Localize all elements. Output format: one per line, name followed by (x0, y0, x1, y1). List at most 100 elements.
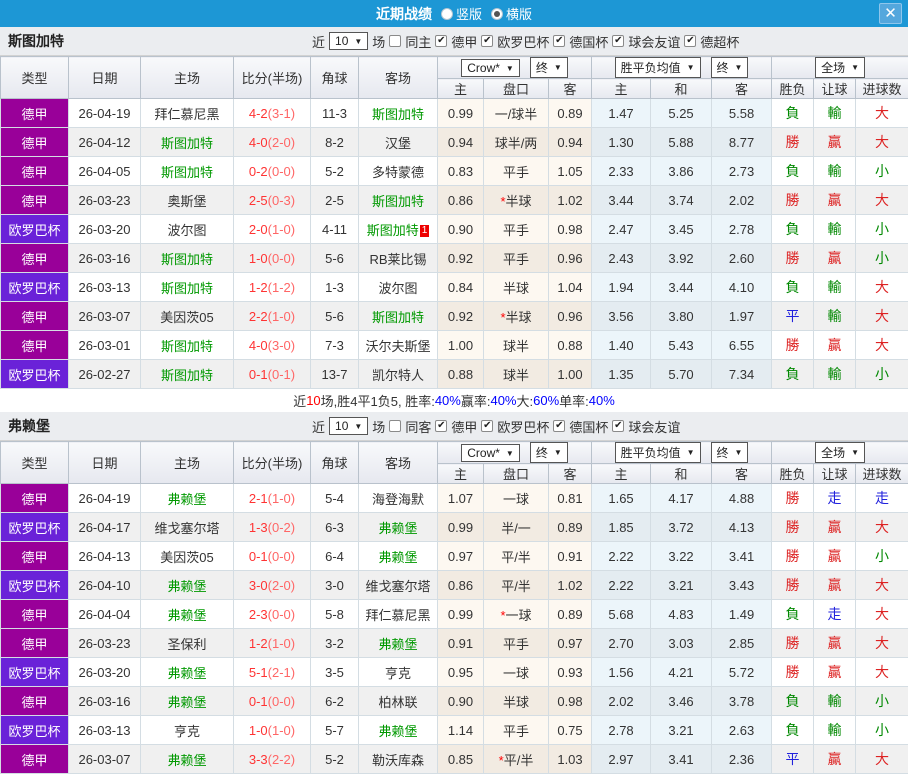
league-checkbox[interactable]: ✔ (553, 420, 565, 432)
layout-radio-vertical[interactable]: 竖版 (441, 4, 482, 23)
filter-bar: 近10▼场同主✔德甲✔欧罗巴杯✔德国杯✔球会友谊✔德超杯 (312, 32, 739, 51)
draw-odds: 3.72 (651, 513, 712, 542)
summary-part: 赢率: (461, 391, 491, 410)
league-checkbox[interactable]: ✔ (435, 35, 447, 47)
corner-cell: 11-3 (311, 99, 359, 128)
lose-odds: 6.55 (712, 331, 772, 360)
scope-select[interactable]: 全场▼ (815, 442, 865, 463)
lose-odds: 8.77 (712, 128, 772, 157)
team-label: 斯图加特 (372, 310, 424, 325)
league-label: 欧罗巴杯 (497, 32, 549, 51)
match-date: 26-04-13 (69, 542, 141, 571)
match-row: 德甲26-04-19拜仁慕尼黑4-2(3-1)11-3斯图加特0.99一/球半0… (1, 99, 908, 128)
final-odds-select[interactable]: 终▼ (711, 57, 749, 78)
league-checkbox[interactable]: ✔ (553, 35, 565, 47)
away-team: 柏林联 (359, 687, 438, 716)
league-checkbox[interactable]: ✔ (435, 420, 447, 432)
lose-odds: 2.60 (712, 244, 772, 273)
match-competition: 德甲 (1, 331, 69, 360)
odds-company-select[interactable]: Crow*▼ (461, 59, 520, 77)
halftime-score: (0-3) (268, 193, 295, 208)
summary-part: 近 (293, 391, 306, 410)
away-handicap-odds: 0.91 (549, 542, 592, 571)
team-label: 斯图加特 (367, 223, 419, 238)
avg-odds-select[interactable]: 胜平负均值▼ (615, 57, 701, 78)
handicap-line: *一球 (484, 600, 549, 629)
sub-column-header: 胜负 (772, 79, 814, 99)
column-header: 日期 (69, 442, 141, 484)
results-table: 类型日期主场比分(半场)角球客场Crow*▼终▼胜平负均值▼终▼全场▼主盘口客主… (0, 441, 908, 774)
away-team: 弗赖堡 (359, 629, 438, 658)
fulltime-score: 1-0 (249, 723, 268, 738)
check-icon: ✔ (614, 421, 622, 431)
games-count-select[interactable]: 10▼ (329, 32, 368, 50)
league-checkbox[interactable]: ✔ (481, 35, 493, 47)
league-checkbox[interactable]: ✔ (612, 35, 624, 47)
draw-odds: 5.70 (651, 360, 712, 389)
summary-part: 单率: (559, 391, 589, 410)
league-checkbox[interactable]: ✔ (612, 420, 624, 432)
away-handicap-odds: 1.02 (549, 571, 592, 600)
halftime-score: (1-0) (268, 491, 295, 506)
halftime-score: (3-0) (268, 338, 295, 353)
home-handicap-odds: 0.84 (438, 273, 484, 302)
results-table: 类型日期主场比分(半场)角球客场Crow*▼终▼胜平负均值▼终▼全场▼主盘口客主… (0, 56, 908, 389)
odds-company-select[interactable]: Crow*▼ (461, 444, 520, 462)
win-odds: 1.65 (592, 484, 651, 513)
lose-odds: 4.10 (712, 273, 772, 302)
score-cell: 2-1(1-0) (234, 484, 311, 513)
home-team: 弗赖堡 (141, 600, 234, 629)
same-venue-checkbox[interactable] (389, 35, 401, 47)
final-odds-select[interactable]: 终▼ (711, 442, 749, 463)
handicap-result: 輸 (814, 302, 856, 331)
away-handicap-odds: 1.03 (549, 745, 592, 774)
home-handicap-odds: 0.86 (438, 571, 484, 600)
check-icon: ✔ (555, 36, 563, 46)
team-label: 弗赖堡 (167, 579, 206, 594)
away-team: 多特蒙德 (359, 157, 438, 186)
match-row: 德甲26-04-05斯图加特0-2(0-0)5-2多特蒙德0.83平手1.052… (1, 157, 908, 186)
corner-cell: 3-5 (311, 658, 359, 687)
away-team: 弗赖堡 (359, 716, 438, 745)
lose-odds: 5.72 (712, 658, 772, 687)
match-competition: 德甲 (1, 157, 69, 186)
fulltime-score: 2-1 (249, 491, 268, 506)
team-section-header: 斯图加特近10▼场同主✔德甲✔欧罗巴杯✔德国杯✔球会友谊✔德超杯 (0, 27, 908, 56)
radio-label: 横版 (506, 4, 532, 23)
home-handicap-odds: 0.99 (438, 99, 484, 128)
team-label: 斯图加特 (161, 339, 213, 354)
fulltime-score: 5-1 (249, 665, 268, 680)
goals-result: 大 (856, 513, 908, 542)
wdl-result: 負 (772, 687, 814, 716)
league-checkbox[interactable]: ✔ (684, 35, 696, 47)
match-date: 26-03-23 (69, 629, 141, 658)
close-button[interactable]: ✕ (879, 3, 902, 24)
select-value: 终 (717, 59, 729, 76)
handicap-line: 一/球半 (484, 99, 549, 128)
scope-select[interactable]: 全场▼ (815, 57, 865, 78)
match-date: 26-03-23 (69, 186, 141, 215)
handicap-line: 平手 (484, 716, 549, 745)
team-label: 波尔图 (167, 223, 206, 238)
handicap-text: 半球 (506, 194, 532, 209)
handicap-result: 贏 (814, 186, 856, 215)
games-count-select[interactable]: 10▼ (329, 417, 368, 435)
final-odds-select[interactable]: 终▼ (530, 442, 568, 463)
layout-radio-horizontal[interactable]: 横版 (491, 4, 532, 23)
handicap-line: 半球 (484, 687, 549, 716)
same-venue-label: 同客 (405, 417, 431, 436)
league-checkbox[interactable]: ✔ (481, 420, 493, 432)
select-value: 胜平负均值 (621, 59, 681, 76)
summary-part: 10 (306, 393, 320, 408)
corner-cell: 5-4 (311, 484, 359, 513)
team-label: 拜仁慕尼黑 (365, 608, 430, 623)
select-value: Crow* (467, 446, 500, 460)
handicap-result: 贏 (814, 658, 856, 687)
final-odds-select[interactable]: 终▼ (530, 57, 568, 78)
avg-odds-select[interactable]: 胜平负均值▼ (615, 442, 701, 463)
match-competition: 德甲 (1, 745, 69, 774)
sub-column-header: 胜负 (772, 464, 814, 484)
win-odds: 5.68 (592, 600, 651, 629)
same-venue-checkbox[interactable] (389, 420, 401, 432)
column-header: 类型 (1, 442, 69, 484)
